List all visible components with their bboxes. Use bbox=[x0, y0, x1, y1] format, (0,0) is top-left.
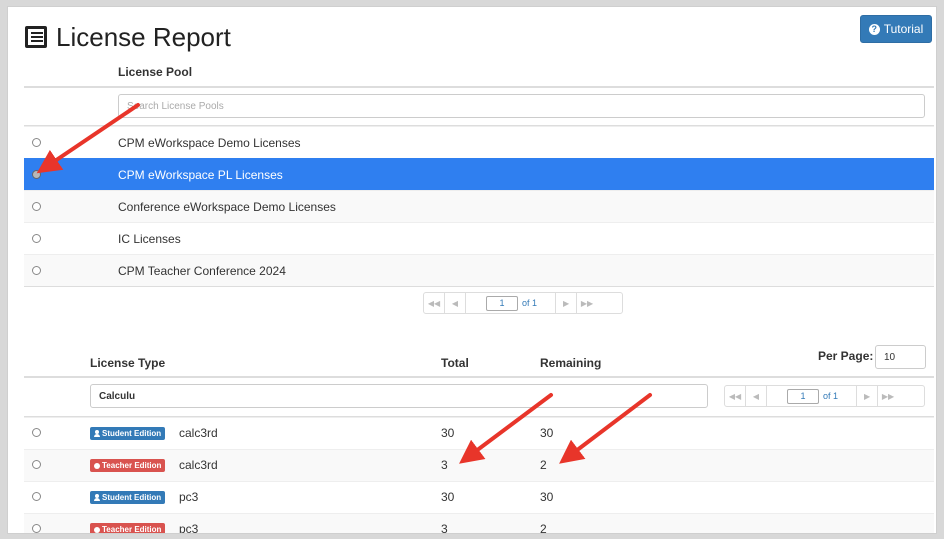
license-type-row[interactable]: Teacher Edition pc3 3 2 bbox=[24, 513, 934, 534]
title-row: License Report bbox=[25, 19, 231, 55]
pool-row-selected[interactable]: CPM eWorkspace PL Licenses bbox=[24, 158, 934, 190]
last-page-icon[interactable]: ▶▶ bbox=[576, 293, 597, 313]
type-radio[interactable] bbox=[32, 492, 41, 501]
per-page-label: Per Page: bbox=[818, 349, 874, 363]
badge-label: Student Edition bbox=[102, 493, 162, 502]
prev-page-icon[interactable]: ◀ bbox=[445, 293, 466, 313]
type-header-divider bbox=[24, 376, 934, 378]
pool-radio[interactable] bbox=[32, 138, 41, 147]
license-name: calc3rd bbox=[179, 426, 218, 440]
pool-row[interactable]: Conference eWorkspace Demo Licenses bbox=[24, 190, 934, 222]
report-window: License Report ? Tutorial License Pool S… bbox=[7, 6, 937, 534]
pool-search-input[interactable]: Search License Pools bbox=[118, 94, 925, 118]
student-edition-badge: Student Edition bbox=[90, 491, 166, 504]
license-total: 3 bbox=[441, 458, 448, 472]
pool-label: IC Licenses bbox=[118, 231, 181, 246]
remaining-header: Remaining bbox=[540, 356, 602, 370]
first-page-icon[interactable]: ◀◀ bbox=[725, 386, 746, 406]
pool-label: CPM eWorkspace PL Licenses bbox=[118, 167, 283, 182]
list-icon bbox=[25, 26, 47, 48]
type-page-count: of 1 bbox=[823, 391, 839, 401]
license-type-row[interactable]: Teacher Edition calc3rd 3 2 bbox=[24, 449, 934, 481]
pool-row[interactable]: IC Licenses bbox=[24, 222, 934, 254]
type-search-input[interactable]: Calculu bbox=[90, 384, 708, 408]
prev-page-icon[interactable]: ◀ bbox=[746, 386, 767, 406]
license-name: calc3rd bbox=[179, 458, 218, 472]
pool-page-count: of 1 bbox=[522, 298, 538, 308]
license-remaining: 30 bbox=[540, 490, 554, 504]
pool-radio[interactable] bbox=[32, 266, 41, 275]
license-type-row[interactable]: Student Edition calc3rd 30 30 bbox=[24, 417, 934, 449]
license-total: 30 bbox=[441, 426, 455, 440]
teacher-edition-badge: Teacher Edition bbox=[90, 523, 166, 534]
pool-radio[interactable] bbox=[32, 202, 41, 211]
license-total: 30 bbox=[441, 490, 455, 504]
license-name: pc3 bbox=[179, 522, 199, 534]
type-radio[interactable] bbox=[32, 460, 41, 469]
license-remaining: 2 bbox=[540, 522, 547, 534]
pool-table-bottom bbox=[24, 286, 934, 287]
pool-row[interactable]: CPM Teacher Conference 2024 bbox=[24, 254, 934, 286]
per-page-input[interactable]: 10 bbox=[875, 345, 926, 369]
pool-radio[interactable] bbox=[32, 170, 41, 179]
pool-row[interactable]: CPM eWorkspace Demo Licenses bbox=[24, 126, 934, 158]
type-page-input[interactable]: 1 bbox=[787, 388, 819, 404]
license-remaining: 30 bbox=[540, 426, 554, 440]
tutorial-label: Tutorial bbox=[883, 22, 924, 36]
badge-label: Student Edition bbox=[102, 429, 162, 438]
type-radio[interactable] bbox=[32, 524, 41, 533]
pool-label: CPM eWorkspace Demo Licenses bbox=[118, 135, 301, 150]
license-type-header: License Type bbox=[90, 356, 166, 370]
license-name: pc3 bbox=[179, 490, 199, 504]
page-title: License Report bbox=[56, 21, 231, 52]
teacher-edition-badge: Teacher Edition bbox=[90, 459, 166, 472]
license-total: 3 bbox=[441, 522, 448, 534]
total-header: Total bbox=[441, 356, 469, 370]
question-circle-icon: ? bbox=[868, 23, 880, 35]
apple-icon bbox=[94, 462, 100, 469]
pool-label: CPM Teacher Conference 2024 bbox=[118, 263, 286, 278]
badge-label: Teacher Edition bbox=[102, 525, 162, 534]
license-pool-header: License Pool bbox=[118, 65, 193, 79]
header-divider bbox=[24, 86, 934, 88]
pool-page-input[interactable]: 1 bbox=[486, 295, 518, 311]
badge-label: Teacher Edition bbox=[102, 461, 162, 470]
type-radio[interactable] bbox=[32, 428, 41, 437]
type-pager: ◀◀ ◀ 1 of 1 ▶ ▶▶ bbox=[724, 385, 925, 407]
tutorial-button[interactable]: ? Tutorial bbox=[860, 15, 932, 43]
license-type-row[interactable]: Student Edition pc3 30 30 bbox=[24, 481, 934, 513]
next-page-icon[interactable]: ▶ bbox=[856, 386, 877, 406]
license-remaining: 2 bbox=[540, 458, 547, 472]
first-page-icon[interactable]: ◀◀ bbox=[424, 293, 445, 313]
pool-radio[interactable] bbox=[32, 234, 41, 243]
user-icon bbox=[94, 494, 100, 501]
last-page-icon[interactable]: ▶▶ bbox=[877, 386, 898, 406]
pool-pager: ◀◀ ◀ 1 of 1 ▶ ▶▶ bbox=[423, 292, 623, 314]
student-edition-badge: Student Edition bbox=[90, 427, 166, 440]
next-page-icon[interactable]: ▶ bbox=[555, 293, 576, 313]
pool-label: Conference eWorkspace Demo Licenses bbox=[118, 199, 336, 214]
apple-icon bbox=[94, 526, 100, 533]
user-icon bbox=[94, 430, 100, 437]
